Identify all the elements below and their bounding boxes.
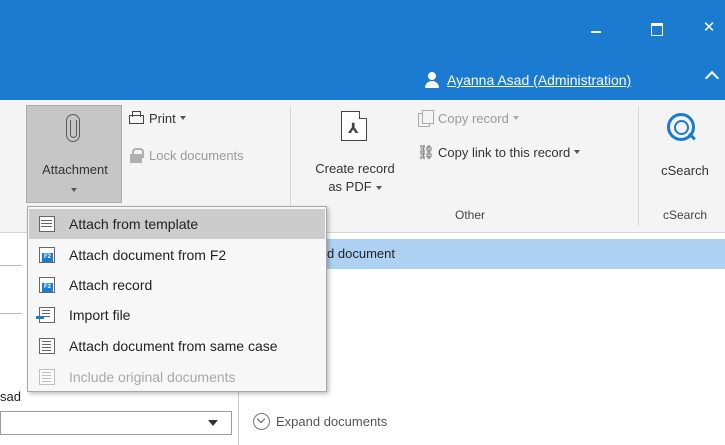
user-icon <box>425 72 439 88</box>
dropdown-field[interactable] <box>0 411 232 435</box>
csearch-button[interactable]: cSearch <box>645 105 725 201</box>
menu-item-attach-from-same-case[interactable]: Attach document from same case <box>29 331 325 361</box>
create-pdf-label-line2: as PDF <box>300 178 410 196</box>
menu-item-label: Attach from template <box>69 216 199 232</box>
copy-link-label: Copy link to this record <box>438 144 571 160</box>
title-bar: ✕ Ayanna Asad (Administration) <box>0 0 725 100</box>
template-icon <box>39 216 55 232</box>
lock-icon <box>128 147 144 163</box>
minimize-button[interactable] <box>586 18 606 38</box>
expand-circle-icon <box>253 413 270 430</box>
collapse-ribbon-icon[interactable] <box>704 70 720 86</box>
link-icon: ⛓ <box>417 144 435 160</box>
expand-documents-button[interactable]: Expand documents <box>253 413 387 430</box>
menu-item-import-file[interactable]: Import file <box>29 300 325 330</box>
user-menu[interactable]: Ayanna Asad (Administration) <box>425 70 631 90</box>
partial-field-value: sad <box>0 389 21 404</box>
menu-item-label: Attach document from same case <box>69 338 278 354</box>
copy-record-button[interactable]: Copy record <box>417 110 519 127</box>
menu-item-label: Import file <box>69 307 131 323</box>
menu-item-attach-record[interactable]: Attach record <box>29 270 325 300</box>
maximize-button[interactable] <box>646 18 666 38</box>
create-pdf-button[interactable]: ⅄ Create record as PDF <box>300 105 410 201</box>
copy-record-label: Copy record <box>438 110 509 126</box>
same-case-icon <box>39 338 55 354</box>
pdf-icon: ⅄ <box>341 111 367 141</box>
attachment-label: Attachment <box>42 162 108 177</box>
csearch-icon <box>667 113 695 141</box>
group-divider <box>638 106 639 226</box>
close-button[interactable]: ✕ <box>699 18 719 38</box>
original-documents-icon <box>39 369 55 385</box>
menu-item-attach-from-template[interactable]: Attach from template <box>29 209 325 239</box>
print-label: Print <box>149 110 176 126</box>
menu-item-label: Attach record <box>69 277 153 293</box>
menu-item-label: Attach document from F2 <box>69 247 227 263</box>
menu-item-attach-document-from-f2[interactable]: Attach document from F2 <box>29 240 325 270</box>
group-label-other: Other <box>454 208 485 222</box>
chevron-down-icon <box>208 420 218 426</box>
create-pdf-label: Create record as PDF <box>300 160 410 196</box>
printer-icon <box>128 110 144 126</box>
lock-documents-label: Lock documents <box>149 147 244 163</box>
paperclip-icon <box>66 114 80 142</box>
chevron-down-icon <box>375 185 382 190</box>
f2-document-icon <box>39 247 55 263</box>
create-pdf-label-line1: Create record <box>315 161 395 176</box>
create-pdf-label-text: as PDF <box>328 179 372 194</box>
menu-item-label: Include original documents <box>69 369 236 385</box>
lock-documents-button[interactable]: Lock documents <box>128 147 244 163</box>
copy-icon <box>417 110 434 127</box>
attachment-button[interactable]: Attachment <box>26 105 122 203</box>
chevron-down-icon <box>71 188 77 192</box>
copy-link-button[interactable]: ⛓ Copy link to this record <box>417 144 581 160</box>
group-label-csearch: cSearch <box>662 208 708 222</box>
attachment-menu: Attach from template Attach document fro… <box>27 206 327 392</box>
user-name-link[interactable]: Ayanna Asad (Administration) <box>447 72 631 88</box>
import-file-icon <box>36 307 55 323</box>
print-button[interactable]: Print <box>128 110 186 126</box>
csearch-label: cSearch <box>661 163 709 178</box>
chevron-down-icon <box>179 116 186 120</box>
chevron-down-icon <box>512 116 519 120</box>
f2-record-icon <box>39 277 55 293</box>
menu-item-include-original-documents[interactable]: Include original documents <box>29 362 325 392</box>
expand-documents-label: Expand documents <box>276 414 388 429</box>
chevron-down-icon <box>574 150 581 154</box>
